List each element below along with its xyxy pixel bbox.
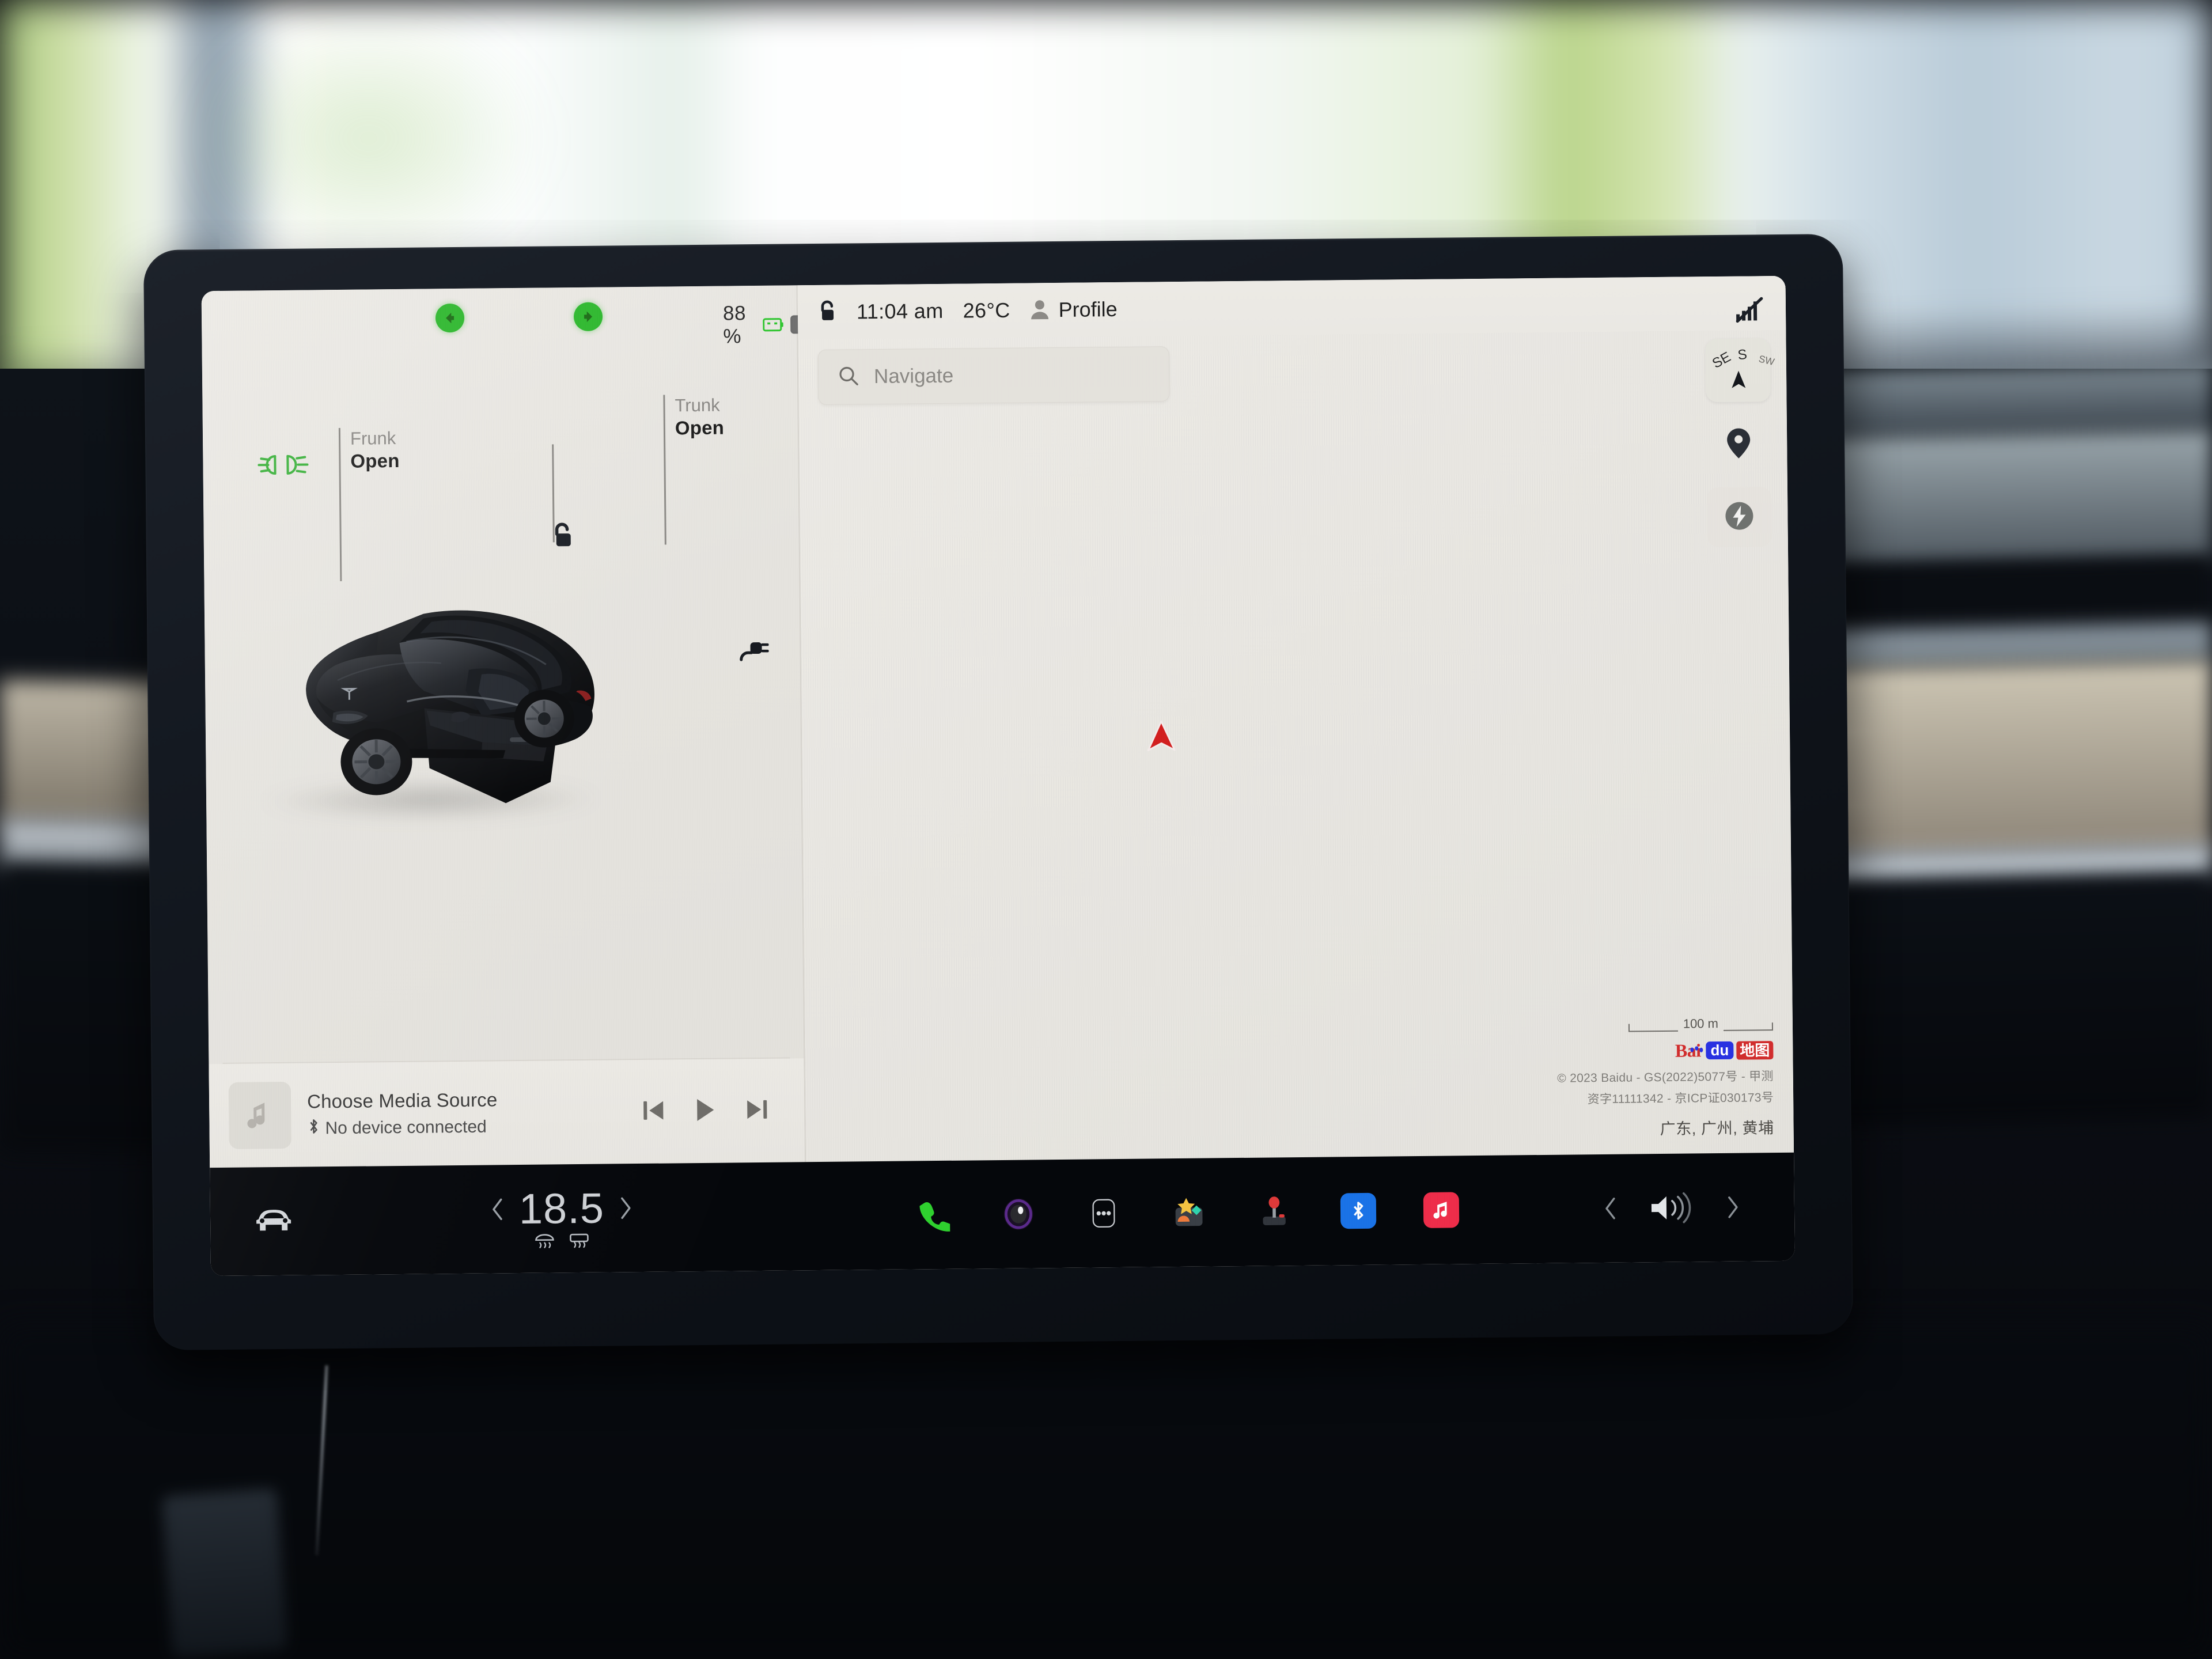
media-player-bar[interactable]: Choose Media Source No device connected [209,1058,805,1168]
map-copyright-line-2: 资字11111342 - 京ICP证030173号 [1587,1091,1774,1107]
vehicle-diagram[interactable]: Trunk Open Frunk Open [202,338,804,1063]
footwell-area [0,1325,2212,1659]
baidu-maps-logo: Bai du 地图 [1675,1039,1774,1062]
arcade-app-icon[interactable] [1255,1192,1294,1231]
tesla-model-y-image [306,610,594,804]
media-device-label: No device connected [325,1117,487,1138]
volume-decrease-button[interactable] [1604,1197,1617,1220]
callout-trunk-state: Open [675,416,725,439]
charging-stations-button[interactable] [1706,487,1772,548]
clock-label: 11:04 am [856,298,944,324]
climate-control[interactable]: 18.5 [491,1164,632,1273]
baidu-logo-ditu: 地图 [1736,1040,1774,1060]
map-controls[interactable]: SE S SW [1705,289,1775,548]
baidu-paw-icon [1690,1046,1705,1059]
skip-next-icon[interactable] [745,1097,768,1124]
green-battery-icon [763,316,783,334]
compass-north-arrow-icon [1731,370,1746,389]
callout-trunk-title: Trunk [675,395,720,416]
center-touchscreen-unit: 88 % Trunk Open Frunk Open Choose Media … [143,233,1854,1351]
search-input[interactable]: Navigate [817,346,1170,405]
system-status-bar: 11:04 am 26°C Profile [797,275,1786,340]
person-icon [1029,298,1049,322]
lock-open-icon[interactable] [549,521,574,551]
music-app-icon[interactable] [1423,1192,1460,1228]
search-placeholder: Navigate [873,364,954,388]
map-scale-label: 100 m [1683,1016,1719,1031]
compass-label-s: S [1737,346,1748,363]
cabin-temperature-label: 18.5 [518,1184,605,1233]
callout-leader-line [338,427,342,581]
no-cellular-signal-icon [1735,297,1764,323]
media-controls[interactable] [642,1096,779,1126]
charging-bolt-icon [1724,500,1755,535]
app-launcher-row[interactable] [914,1156,1460,1269]
skip-previous-icon[interactable] [642,1098,665,1125]
volume-increase-button[interactable] [1726,1196,1739,1219]
toybox-app-icon[interactable] [1170,1194,1209,1232]
media-info: Choose Media Source No device connected [307,1088,626,1139]
profile-label: Profile [1058,297,1118,321]
turn-signal-right-icon [573,302,603,332]
search-icon [838,365,859,389]
callout-trunk[interactable]: Trunk Open [675,395,724,440]
outside-temperature-label: 26°C [963,298,1010,323]
map-copyright-line-1: © 2023 Baidu - GS(2022)5077号 - 甲测 [1557,1070,1774,1085]
turn-signal-left-icon [435,303,465,333]
lock-open-icon[interactable] [817,300,837,324]
phone-app-icon[interactable] [914,1196,953,1234]
dashcam-app-icon[interactable] [999,1195,1038,1233]
map-scale-bar: 100 m [1628,1016,1774,1032]
defrost-controls[interactable] [533,1232,590,1253]
bottom-taskbar[interactable]: 18.5 [210,1152,1795,1277]
climate-decrease-button[interactable] [491,1198,504,1221]
defrost-rear-icon[interactable] [568,1232,590,1253]
defrost-front-icon[interactable] [533,1232,555,1253]
bluetooth-app-icon[interactable] [1340,1192,1377,1229]
navigation-arrow-icon [1146,720,1176,752]
pedal [161,1488,288,1657]
vehicle-status-bar: 88 % [202,285,817,348]
map-location-label: 广东, 广州, 黄埔 [1660,1119,1774,1138]
baidu-logo-du: du [1706,1041,1734,1060]
touchscreen-display: 88 % Trunk Open Frunk Open Choose Media … [201,275,1795,1277]
map-attribution: 100 m Bai du 地图 © 2023 Baidu - GS(2022)5… [1556,1016,1774,1140]
compass-button[interactable]: SE S SW [1705,338,1775,403]
climate-increase-button[interactable] [619,1196,632,1219]
vehicle-panel: 88 % Trunk Open Frunk Open Choose Media … [201,285,817,1168]
more-apps-icon[interactable] [1085,1194,1123,1233]
profile-button[interactable]: Profile [1029,297,1118,322]
callout-frunk-state: Open [350,449,400,472]
callout-frunk[interactable]: Frunk Open [350,427,400,473]
media-device-status: No device connected [307,1115,626,1139]
volume-control[interactable] [1604,1153,1740,1263]
map-panel[interactable]: 11:04 am 26°C Profile Navigate SE S SW 1… [797,275,1794,1162]
music-note-icon [228,1081,291,1149]
car-front-icon[interactable] [253,1205,295,1238]
compass-label-se: SE [1710,349,1734,372]
location-pin-icon [1726,427,1752,462]
charge-plug-icon[interactable] [736,635,770,664]
recenter-button[interactable] [1706,414,1771,475]
media-source-label: Choose Media Source [306,1088,498,1112]
callout-leader-line [663,395,666,545]
navigate-search[interactable]: Navigate [817,346,1170,405]
volume-speaker-icon[interactable] [1648,1191,1696,1224]
callout-frunk-title: Frunk [350,428,396,449]
play-icon[interactable] [695,1097,715,1125]
bluetooth-icon [307,1118,320,1139]
